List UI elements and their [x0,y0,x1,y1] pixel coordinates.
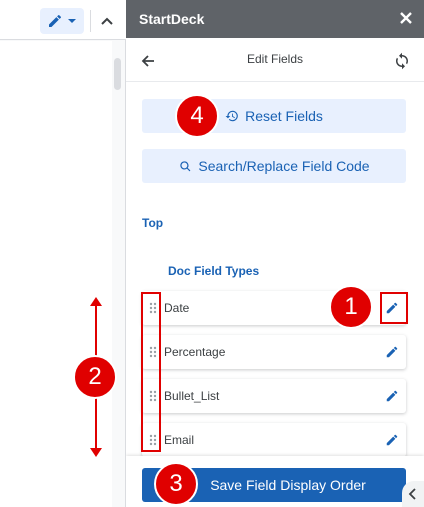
pencil-icon [386,346,398,358]
toolbar-divider [90,10,91,32]
pencil-icon [49,14,62,27]
annotation-badge-3: 3 [154,462,198,506]
panel-header: Edit Fields [126,38,424,82]
search-icon [180,161,191,172]
edit-field-button[interactable] [383,431,401,449]
annotation-badge-2: 2 [73,355,117,399]
search-replace-label: Search/Replace Field Code [198,158,370,174]
field-label: Bullet_List [164,389,220,403]
panel-titlebar: StartDeck [126,0,424,38]
close-icon [400,12,412,24]
sync-icon [396,52,408,70]
edit-field-button[interactable] [383,387,401,405]
search-replace-field-code-button[interactable]: Search/Replace Field Code [142,149,406,183]
section-top-heading: Top [142,216,164,230]
edit-field-button[interactable] [383,343,401,361]
field-label: Date [164,301,190,315]
sync-button[interactable] [390,49,414,73]
highlight-drag-handles [141,292,161,452]
editing-mode-button[interactable] [40,8,84,34]
header-title: Edit Fields [246,52,304,66]
field-label: Email [164,433,195,447]
document-area [0,0,126,507]
save-label: Save Field Display Order [210,477,366,493]
caret-down-icon [68,19,76,23]
annotation-badge-1: 1 [329,285,373,329]
highlight-edit-date-button [380,292,408,324]
field-row-bullet-list[interactable]: Bullet_List [142,379,406,413]
pencil-icon [386,434,398,446]
annotation-badge-4: 4 [175,94,219,138]
close-panel-button[interactable] [396,8,416,28]
section-doc-field-types-heading: Doc Field Types [168,264,260,278]
reset-fields-label: Reset Fields [245,108,323,124]
panel-title: StartDeck [139,11,205,27]
collapse-toolbar-button[interactable] [96,8,118,34]
field-row-percentage[interactable]: Percentage [142,335,406,369]
field-label: Percentage [164,345,226,359]
startdeck-panel: StartDeck Edit Fields Reset Fields Searc… [126,0,424,507]
chevron-up-icon [101,17,113,25]
history-icon [225,110,238,122]
scroll-left-button[interactable] [402,481,424,507]
pencil-icon [386,390,398,402]
document-scrollbar[interactable] [114,58,121,90]
field-row-email[interactable]: Email [142,423,406,457]
doc-toolbar [0,0,126,40]
chevron-left-icon [408,488,416,500]
